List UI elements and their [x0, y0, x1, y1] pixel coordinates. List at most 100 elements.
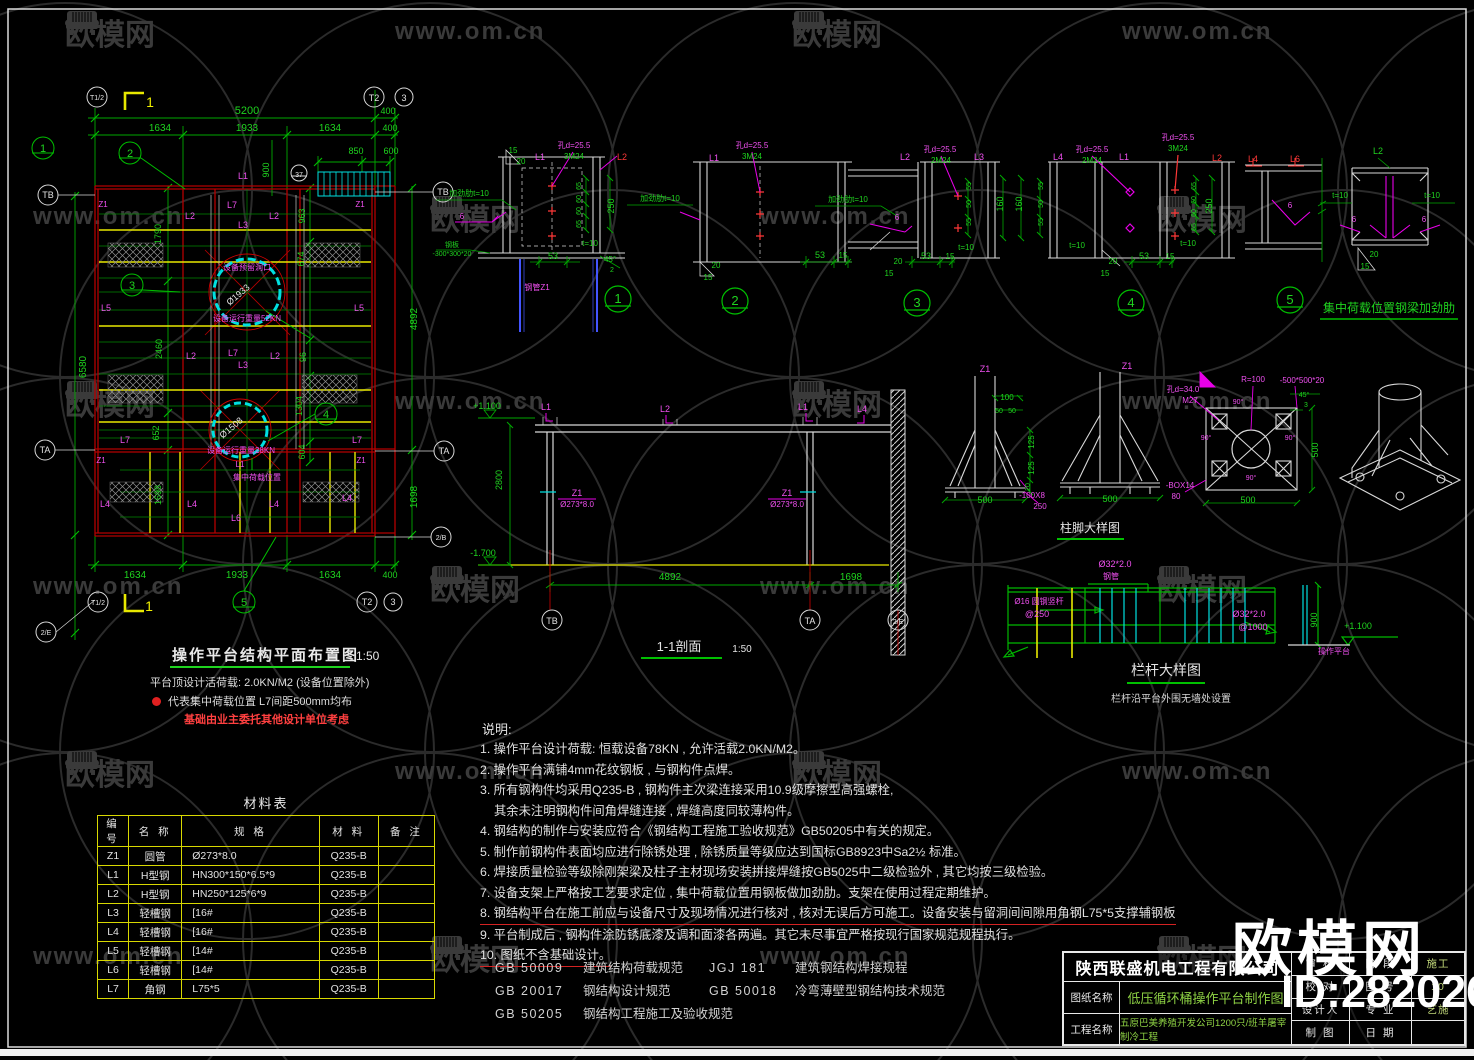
cad-label: 20 [712, 261, 721, 270]
cad-label: 孔d=25.5 [736, 141, 769, 150]
cad-label: t=10 [1180, 239, 1196, 248]
cad-label: 15 [1361, 262, 1370, 271]
cad-label: 1933 [236, 123, 259, 134]
table-header-row: 编号名 称规 格材 料备 注 [96, 815, 436, 847]
cad-label: t=10 [582, 239, 598, 248]
cad-label: Ø1933 [225, 282, 252, 307]
cad-label: 500 [1310, 442, 1320, 457]
cad-label: 250 [1033, 502, 1047, 511]
cad-label: L2 [1212, 153, 1222, 163]
cad-label: TA [40, 445, 51, 455]
cad-label: 45° [604, 255, 616, 264]
cad-label: 400 [382, 570, 397, 580]
table-cell [377, 979, 436, 999]
table-cell [377, 922, 436, 942]
titleblock-value [1412, 1021, 1464, 1044]
cad-label: 45° [1299, 391, 1310, 399]
table-row: L4 轻槽钢 [16# Q235-B [96, 922, 436, 942]
detail-3 [815, 155, 1025, 317]
cad-label: @1000 [1238, 622, 1267, 632]
table-row: L6 轻槽钢 [14# Q235-B [96, 960, 436, 980]
detail-1 [436, 149, 632, 332]
cad-label: -500*500*20 [1280, 376, 1325, 385]
cad-label: L2 [900, 152, 910, 162]
cad-label: 53 [921, 251, 931, 261]
table-cell [377, 865, 436, 885]
cad-label: 900 [261, 162, 271, 177]
cad-label: Z1 [1122, 361, 1133, 371]
cad-label: 集中荷载位置 [233, 472, 281, 482]
cad-label: L4 [1248, 154, 1258, 164]
cad-label: -1.700 [470, 548, 496, 558]
project-name-label: 工程名称 [1064, 1014, 1120, 1044]
cad-label: L5 [354, 303, 364, 313]
cad-label: 2M24 [1082, 156, 1103, 165]
cad-label: L1 [1119, 152, 1129, 162]
cad-label: 90° [1233, 398, 1244, 406]
cad-label: 55 [966, 218, 973, 226]
cad-label: 1634 [149, 123, 172, 134]
cad-label: L4 [187, 499, 197, 509]
cad-label: L4 [1053, 152, 1063, 162]
cad-label: 5200 [235, 105, 259, 117]
cad-label: 1 [614, 291, 621, 306]
cad-label: 55 [1038, 182, 1045, 190]
cad-label: 2 [127, 148, 133, 160]
cad-label: 400 [382, 123, 397, 133]
table-cell: 轻槽钢 [128, 941, 183, 961]
cad-label: -BOX14 [1166, 481, 1195, 490]
cad-label: 1634 [319, 123, 342, 134]
cad-label: L4 [100, 499, 110, 509]
cad-label: 60 [576, 195, 583, 203]
cad-label: L7 [228, 348, 238, 358]
table-cell: L3 [96, 903, 130, 923]
note-line: 其余未注明钢构件间角焊缝连接 , 焊缝高度同较薄构件。 [494, 803, 800, 818]
table-cell: [14# [181, 941, 320, 961]
table-cell: Q235-B [318, 979, 379, 999]
cad-label: 3 [129, 280, 135, 292]
cad-label: 20 [1025, 483, 1032, 491]
cad-label: 55 [966, 182, 973, 190]
table-cell: L75*5 [181, 979, 320, 999]
table-cell: L5 [96, 941, 130, 961]
cad-label: 850 [348, 146, 363, 156]
cad-label: 1698 [840, 572, 863, 583]
cad-label: 37 [295, 172, 303, 179]
cad-label: 15 [885, 269, 894, 278]
plan-title-underline [170, 666, 350, 668]
railing-title: 栏杆大样图 [1131, 662, 1201, 678]
standards-list: GB 50009 建筑结构荷载规范 JGJ 181 建筑钢结构焊接规程 GB 20017… [495, 960, 1055, 1030]
cad-label: 500 [1240, 495, 1255, 505]
cad-label: 2/E [41, 630, 52, 637]
cad-label: L1 [238, 171, 248, 181]
load-legend-dot [152, 697, 161, 706]
cad-label: 加劲肋t=10 [828, 194, 868, 204]
note-line: 5. 制作前钢构件表面均应进行除锈处理 , 除锈质量等级应达到国标GB8923中… [480, 844, 966, 859]
cad-label: Z1 [96, 456, 106, 465]
cad-label: 5 [241, 597, 247, 609]
cad-label: 604 [297, 444, 307, 459]
cad-label: L7 [120, 435, 130, 445]
table-cell [377, 846, 436, 866]
cad-label: 500 [1102, 494, 1117, 504]
cad-label: 3 [1304, 402, 1308, 409]
cad-label: Z1 [355, 200, 365, 209]
cad-label: 孔d=25.5 [1162, 133, 1195, 142]
material-table-title: 材料表 [243, 796, 289, 811]
cad-label: L2 [185, 211, 195, 221]
cad-label: L7 [227, 200, 237, 210]
cad-label: L7 [352, 435, 362, 445]
cad-label: 20 [517, 157, 526, 166]
cad-label: L4 [342, 493, 352, 503]
cad-label: 65 [576, 220, 583, 228]
cad-label: 15 [946, 252, 955, 261]
table-cell: H型钢 [128, 884, 183, 904]
cad-label: 1698 [153, 485, 163, 505]
titleblock-label: 制 图 [1292, 1021, 1350, 1044]
plan-legend-note: 代表集中荷载位置 L7间距500mm均布 [168, 696, 352, 708]
plan-scale: 1:50 [356, 649, 380, 663]
cad-label: 65 [1191, 223, 1198, 231]
section-scale: 1:50 [732, 644, 752, 655]
standard-ref: JGJ 181 [709, 961, 767, 975]
cad-label: 4892 [409, 307, 420, 330]
